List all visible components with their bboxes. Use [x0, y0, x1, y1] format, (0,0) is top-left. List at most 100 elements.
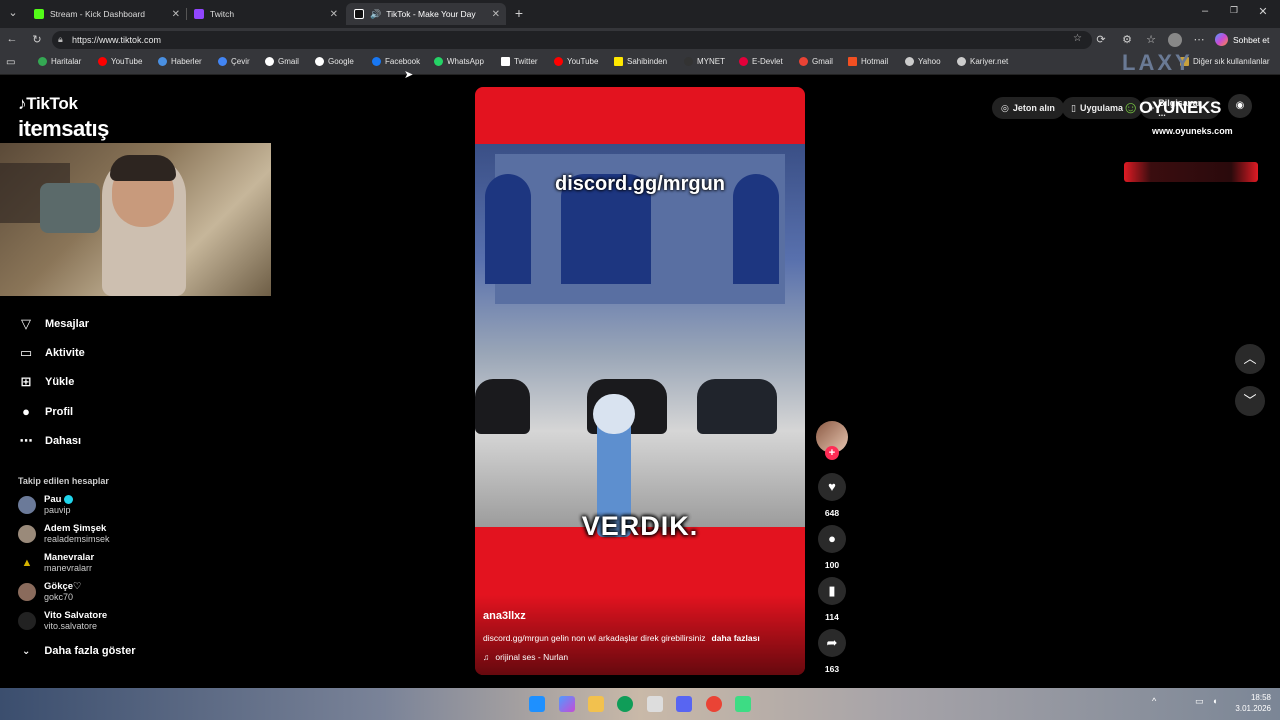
video-player[interactable]: discord.gg/mrgun VERDIK. [475, 87, 805, 675]
bookmark-youtube[interactable]: YouTube [98, 57, 142, 66]
webcam-overlay [0, 143, 271, 296]
speaker-icon[interactable]: 🔊 [370, 9, 381, 20]
previous-video-button[interactable]: ︿ [1235, 344, 1265, 374]
tiktok-logo[interactable]: ♪TikTok [18, 94, 78, 114]
bookmark-whatsapp[interactable]: WhatsApp [434, 57, 484, 66]
bookmark-mynet[interactable]: MYNET [684, 57, 725, 66]
avatar[interactable] [1168, 33, 1182, 47]
nav-upload[interactable]: ⊞ Yükle [18, 374, 75, 390]
share-button[interactable]: ➦ [818, 629, 846, 657]
taskbar-clock[interactable]: 18:58 3.01.2026 [1233, 692, 1271, 714]
tab-list-icon[interactable]: ⌄ [6, 6, 20, 19]
bookmark-label: Twitter [514, 57, 538, 66]
nav-activity[interactable]: ▭ Aktivite [18, 345, 85, 361]
tray-chevron-icon[interactable]: ^ [1152, 696, 1162, 712]
video-overlay-text: VERDIK. [581, 511, 699, 541]
bookmark-youtube-2[interactable]: YouTube [554, 57, 598, 66]
bookmark-kariyer[interactable]: Kariyer.net [957, 57, 1008, 66]
network-icon[interactable]: ▭ [1195, 696, 1205, 712]
address-bar[interactable]: 🔒︎ https://www.tiktok.com ☆ [52, 31, 1092, 49]
bookmark-gmail[interactable]: Gmail [265, 57, 299, 66]
restore-icon[interactable]: ❐ [1227, 5, 1241, 16]
clock-date: 3.01.2026 [1235, 704, 1271, 713]
chevron-down-icon: ⌄ [22, 645, 31, 657]
bookmark-label: E-Devlet [752, 57, 783, 66]
url-text[interactable]: https://www.tiktok.com [72, 35, 161, 45]
follow-plus-icon[interactable]: + [825, 446, 839, 460]
google-icon [265, 57, 274, 66]
copilot-icon[interactable] [559, 696, 575, 712]
following-account[interactable]: Adem Şimşek realademsimsek [18, 523, 110, 545]
like-button[interactable]: ♥ [818, 473, 846, 501]
store-icon[interactable] [647, 696, 663, 712]
bookmark-gmail-2[interactable]: Gmail [799, 57, 833, 66]
nav-more[interactable]: ⋯ Dahası [18, 433, 82, 449]
next-video-button[interactable]: ﹀ [1235, 386, 1265, 416]
get-coins-button[interactable]: ◎ Jeton alın [992, 97, 1064, 119]
other-bookmarks[interactable]: Diğer sık kullanılanlar [1180, 57, 1269, 66]
volume-icon[interactable]: ◖ [1212, 696, 1222, 712]
lock-icon[interactable]: 🔒︎ [58, 34, 63, 45]
windows-start-icon[interactable] [529, 696, 545, 712]
extensions-icon[interactable]: ⟳ [1094, 33, 1108, 46]
settings-icon[interactable]: ⚙ [1120, 33, 1134, 46]
heart-icon: ♥ [828, 479, 836, 494]
discord-icon[interactable] [676, 696, 692, 712]
bookmark-icon: ▮ [828, 583, 836, 598]
account-handle: realademsimsek [44, 534, 110, 544]
comment-button[interactable]: ● [818, 525, 846, 553]
video-music[interactable]: ♫ orijinal ses - Nurlan [483, 652, 568, 662]
profile-avatar[interactable]: ◉ [1228, 94, 1252, 118]
close-icon[interactable]: ✕ [492, 9, 500, 20]
favorites-icon[interactable]: ☆ [1144, 33, 1158, 46]
bookmark-google[interactable]: Google [315, 57, 354, 66]
bookmark-yahoo[interactable]: Yahoo [905, 57, 941, 66]
app-icon[interactable] [735, 696, 751, 712]
minimize-icon[interactable]: – [1198, 5, 1212, 17]
close-icon[interactable]: ✕ [330, 9, 338, 20]
edge-icon[interactable] [617, 696, 633, 712]
bookmark-sahibinden[interactable]: Sahibinden [614, 57, 667, 66]
chevron-down-icon: ﹀ [1243, 393, 1257, 408]
following-account[interactable]: Pau pauvip [18, 494, 74, 516]
nav-profile[interactable]: ● Profil [18, 404, 73, 419]
nav-label: Yükle [45, 376, 75, 388]
tab-kick[interactable]: Stream - Kick Dashboard ✕ [26, 3, 186, 25]
caption-more-link[interactable]: daha fazlası [712, 633, 760, 643]
nav-messages[interactable]: ▽ Mesajlar [18, 316, 89, 332]
bookmark-facebook[interactable]: Facebook [372, 57, 420, 66]
verified-icon [64, 494, 74, 504]
save-count: 114 [825, 612, 839, 622]
save-button[interactable]: ▮ [818, 577, 846, 605]
tab-twitch[interactable]: Twitch ✕ [186, 3, 344, 25]
bookmark-haritalar[interactable]: Haritalar [38, 57, 81, 66]
reading-view-icon[interactable]: ▭ [6, 57, 15, 68]
copilot-icon [1215, 33, 1228, 46]
new-tab-icon[interactable]: + [512, 5, 526, 21]
following-account[interactable]: Vito Salvatore vito.salvatore [18, 610, 107, 632]
window-close-icon[interactable]: ✕ [1256, 5, 1270, 18]
show-more-button[interactable]: ⌄ Daha fazla göster [22, 645, 135, 657]
bookmark-label: Gmail [812, 57, 833, 66]
file-explorer-icon[interactable] [588, 696, 604, 712]
bookmark-twitter[interactable]: Twitter [501, 57, 538, 66]
bookmark-cevir[interactable]: Çevir [218, 57, 250, 66]
account-handle: vito.salvatore [44, 621, 98, 631]
refresh-icon[interactable]: ↻ [30, 33, 44, 46]
back-icon[interactable]: ← [5, 33, 19, 45]
microsoft-icon [848, 57, 857, 66]
close-icon[interactable]: ✕ [172, 9, 180, 20]
video-author[interactable]: ana3llxz [483, 610, 526, 622]
chrome-icon[interactable] [706, 696, 722, 712]
nav-label: Dahası [45, 435, 82, 447]
bookmark-edevlet[interactable]: E-Devlet [739, 57, 783, 66]
copilot-button[interactable]: Sohbet et [1215, 33, 1269, 46]
following-account[interactable]: ▲ Manevralar manevralarr [18, 552, 94, 574]
kick-icon [34, 9, 44, 19]
menu-icon[interactable]: ⋯ [1192, 33, 1206, 46]
bookmark-hotmail[interactable]: Hotmail [848, 57, 888, 66]
tab-tiktok[interactable]: 🔊 TikTok - Make Your Day ✕ [346, 3, 506, 25]
bookmark-haberler[interactable]: Haberler [158, 57, 202, 66]
favorite-star-icon[interactable]: ☆ [1073, 33, 1082, 44]
following-account[interactable]: Gökçe♡ gokc70 [18, 581, 82, 603]
